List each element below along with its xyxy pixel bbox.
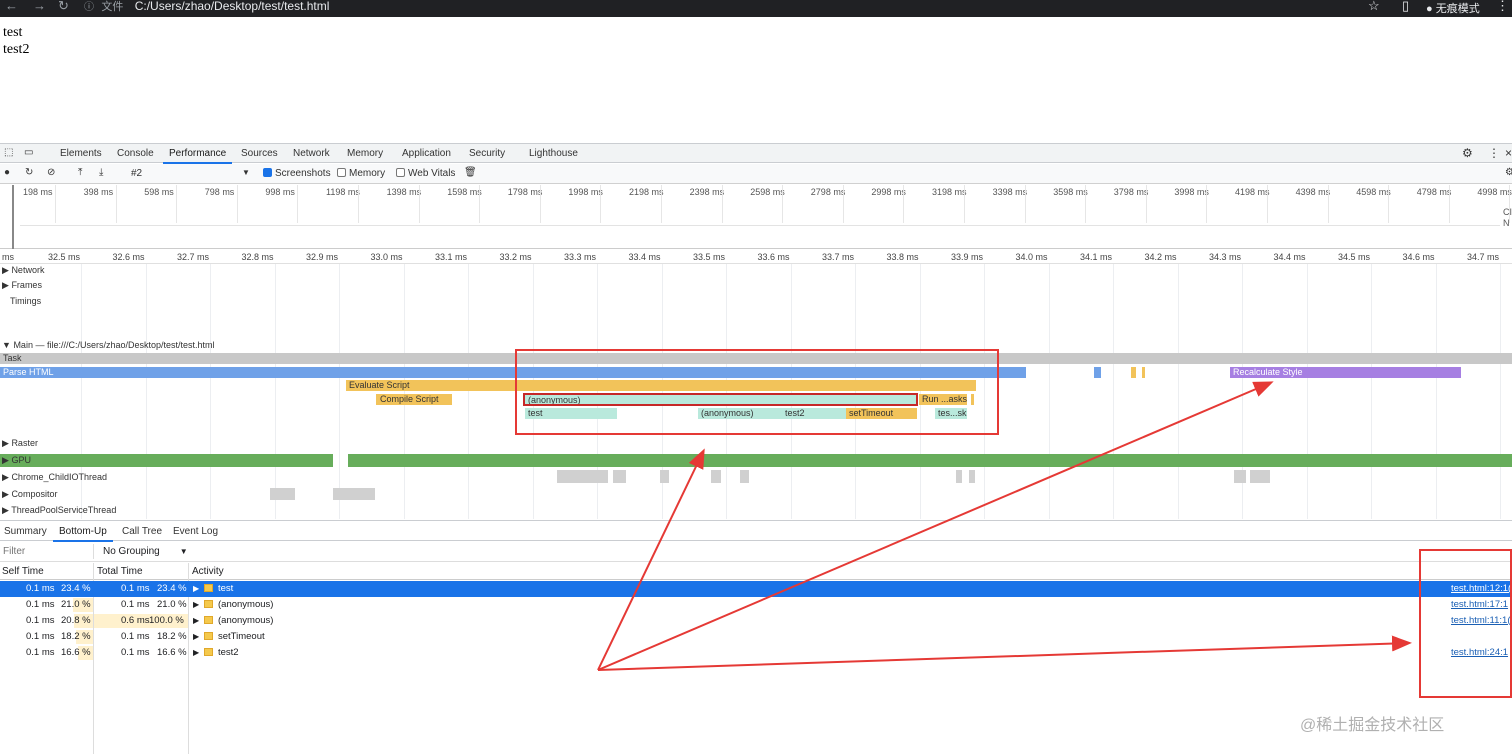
arrow-to-recalc <box>597 381 1274 671</box>
arrow-to-sources <box>597 635 1412 671</box>
annotation-arrows <box>597 381 1412 671</box>
arrow-to-flame <box>597 448 705 671</box>
watermark: @稀土掘金技术社区 <box>1300 717 1445 734</box>
